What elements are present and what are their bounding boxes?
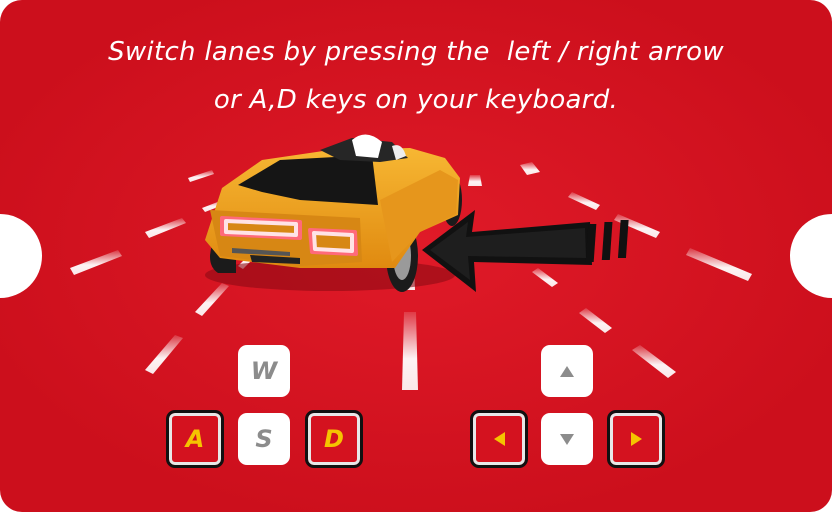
key-w: W (238, 345, 290, 397)
arrow-up-icon (560, 365, 574, 377)
key-left (470, 410, 528, 468)
key-s: S (238, 413, 290, 465)
key-s-label: S (255, 425, 273, 453)
key-down (541, 413, 593, 465)
instruction-line-2: or A,D keys on your keyboard. (213, 85, 619, 115)
key-d-label: D (324, 425, 344, 453)
key-a-label: A (185, 425, 205, 453)
key-d: D (305, 410, 363, 468)
arrow-right-icon (630, 432, 642, 446)
arrow-down-icon (560, 433, 574, 445)
arrow-left-icon (493, 432, 505, 446)
key-up (541, 345, 593, 397)
instruction-text: Switch lanes by pressing the left / righ… (0, 28, 832, 124)
instruction-line-1: Switch lanes by pressing the left / righ… (108, 37, 724, 67)
key-a: A (166, 410, 224, 468)
key-w-label: W (250, 357, 278, 385)
key-right (607, 410, 665, 468)
